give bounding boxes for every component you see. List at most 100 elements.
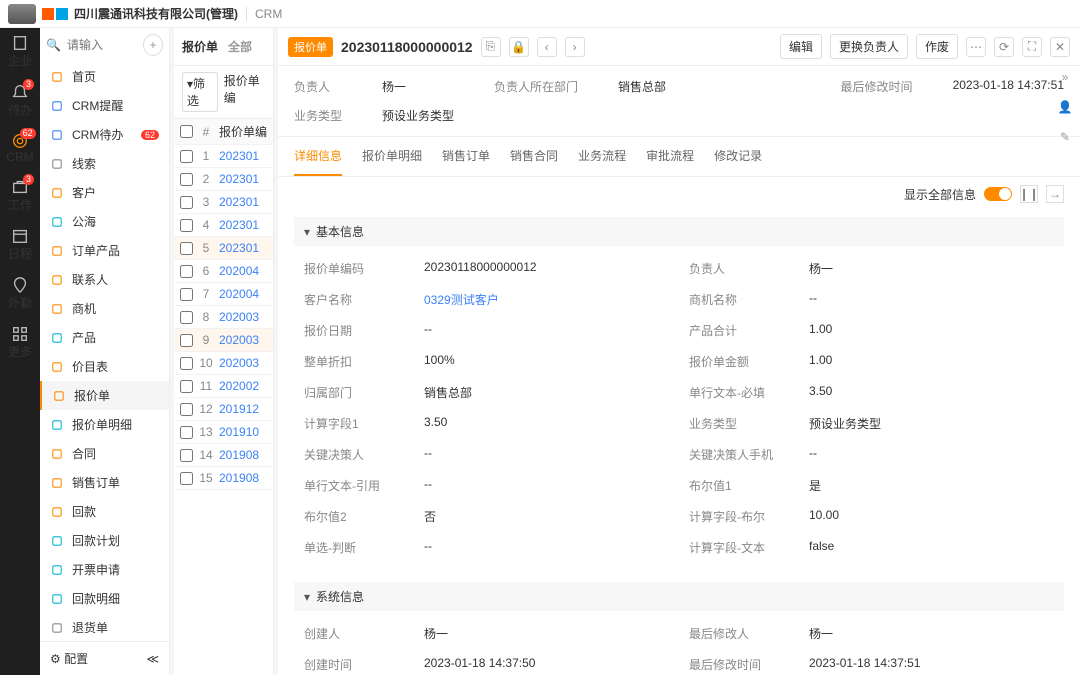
table-row[interactable]: 9202003 (174, 329, 273, 352)
sidebar-item[interactable]: 销售订单 (40, 468, 169, 497)
sidebar-item[interactable]: 合同 (40, 439, 169, 468)
row-code-link[interactable]: 201912 (219, 402, 259, 416)
detail-tab[interactable]: 销售合同 (510, 137, 558, 176)
table-row[interactable]: 7202004 (174, 283, 273, 306)
row-checkbox[interactable] (180, 380, 193, 393)
panel-user-icon[interactable]: 👤 (1056, 98, 1074, 116)
collapse-icon[interactable]: ≪ (146, 652, 159, 666)
row-checkbox[interactable] (180, 196, 193, 209)
panel-collapse-icon[interactable]: » (1056, 68, 1074, 86)
row-checkbox[interactable] (180, 334, 193, 347)
detail-tab[interactable]: 销售订单 (442, 137, 490, 176)
table-row[interactable]: 4202301 (174, 214, 273, 237)
row-code-link[interactable]: 202301 (219, 195, 259, 209)
row-checkbox[interactable] (180, 242, 193, 255)
table-row[interactable]: 12201912 (174, 398, 273, 421)
row-code-link[interactable]: 202003 (219, 310, 259, 324)
sidebar-item[interactable]: 公海 (40, 207, 169, 236)
row-code-link[interactable]: 202003 (219, 333, 259, 347)
list-tab-main[interactable]: 报价单 (182, 38, 218, 55)
table-row[interactable]: 5202301 (174, 237, 273, 260)
arrow-icon[interactable]: → (1046, 185, 1064, 203)
row-code-link[interactable]: 202003 (219, 356, 259, 370)
void-button[interactable]: 作废 (916, 34, 958, 59)
pause-icon[interactable]: ❙❙ (1020, 185, 1038, 203)
row-code-link[interactable]: 202301 (219, 241, 259, 255)
sidebar-item[interactable]: 客户 (40, 178, 169, 207)
row-checkbox[interactable] (180, 150, 193, 163)
table-row[interactable]: 14201908 (174, 444, 273, 467)
select-all-checkbox[interactable] (180, 125, 193, 138)
table-row[interactable]: 3202301 (174, 191, 273, 214)
sidebar-item[interactable]: CRM提醒 (40, 91, 169, 120)
row-checkbox[interactable] (180, 403, 193, 416)
table-row[interactable]: 15201908 (174, 467, 273, 490)
table-row[interactable]: 10202003 (174, 352, 273, 375)
detail-tab[interactable]: 审批流程 (646, 137, 694, 176)
expand-icon[interactable]: ⛶ (1022, 37, 1042, 57)
row-checkbox[interactable] (180, 288, 193, 301)
change-owner-button[interactable]: 更换负责人 (830, 34, 908, 59)
sidebar-config[interactable]: ⚙ 配置 ≪ (40, 641, 169, 675)
row-checkbox[interactable] (180, 265, 193, 278)
sidebar-item[interactable]: 价目表 (40, 352, 169, 381)
rail-briefcase[interactable]: 工作3 (8, 178, 32, 213)
row-checkbox[interactable] (180, 449, 193, 462)
sidebar-item[interactable]: 退货单 (40, 613, 169, 641)
add-button[interactable]: + (143, 34, 163, 56)
detail-tab[interactable]: 业务流程 (578, 137, 626, 176)
field-value[interactable]: 0329测试客户 (424, 291, 669, 308)
row-code-link[interactable]: 202002 (219, 379, 259, 393)
section-basic[interactable]: ▾ 基本信息 (294, 217, 1064, 246)
sidebar-item[interactable]: 首页 (40, 62, 169, 91)
sidebar-item[interactable]: 订单产品 (40, 236, 169, 265)
rail-bell[interactable]: 待办3 (8, 83, 32, 118)
row-checkbox[interactable] (180, 426, 193, 439)
rail-target[interactable]: CRM62 (6, 132, 33, 164)
sidebar-item[interactable]: 回款 (40, 497, 169, 526)
lock-icon[interactable]: 🔒 (509, 37, 529, 57)
filter-button[interactable]: ▾筛选 (182, 72, 218, 112)
sidebar-item[interactable]: 回款明细 (40, 584, 169, 613)
detail-tab[interactable]: 报价单明细 (362, 137, 422, 176)
row-checkbox[interactable] (180, 173, 193, 186)
row-code-link[interactable]: 202301 (219, 172, 259, 186)
next-icon[interactable]: › (565, 37, 585, 57)
edit-button[interactable]: 编辑 (780, 34, 822, 59)
table-row[interactable]: 6202004 (174, 260, 273, 283)
table-row[interactable]: 2202301 (174, 168, 273, 191)
row-code-link[interactable]: 201908 (219, 448, 259, 462)
detail-tab[interactable]: 详细信息 (294, 137, 342, 176)
rail-location[interactable]: 外勤 (8, 276, 32, 311)
prev-icon[interactable]: ‹ (537, 37, 557, 57)
more-icon[interactable]: ⋯ (966, 37, 986, 57)
rail-grid[interactable]: 更多 (8, 325, 32, 360)
detail-tab[interactable]: 修改记录 (714, 137, 762, 176)
row-code-link[interactable]: 202301 (219, 149, 259, 163)
row-checkbox[interactable] (180, 219, 193, 232)
search-input[interactable] (67, 38, 137, 52)
rail-building[interactable]: 企业 (8, 34, 32, 69)
row-code-link[interactable]: 201908 (219, 471, 259, 485)
sidebar-item[interactable]: 商机 (40, 294, 169, 323)
row-checkbox[interactable] (180, 311, 193, 324)
copy-icon[interactable]: ⎘ (481, 37, 501, 57)
sidebar-item[interactable]: 回款计划 (40, 526, 169, 555)
refresh-icon[interactable]: ⟳ (994, 37, 1014, 57)
list-tab-all[interactable]: 全部 (228, 38, 252, 55)
row-code-link[interactable]: 202004 (219, 264, 259, 278)
section-system[interactable]: ▾ 系统信息 (294, 582, 1064, 611)
sidebar-item[interactable]: 开票申请 (40, 555, 169, 584)
close-icon[interactable]: ✕ (1050, 37, 1070, 57)
panel-edit-icon[interactable]: ✎ (1056, 128, 1074, 146)
row-code-link[interactable]: 202301 (219, 218, 259, 232)
table-row[interactable]: 1202301 (174, 145, 273, 168)
row-checkbox[interactable] (180, 472, 193, 485)
sidebar-item[interactable]: 线索 (40, 149, 169, 178)
show-all-toggle[interactable] (984, 187, 1012, 201)
sidebar-item[interactable]: 产品 (40, 323, 169, 352)
sidebar-item[interactable]: CRM待办62 (40, 120, 169, 149)
sidebar-item[interactable]: 报价单明细 (40, 410, 169, 439)
table-row[interactable]: 11202002 (174, 375, 273, 398)
sidebar-item[interactable]: 联系人 (40, 265, 169, 294)
